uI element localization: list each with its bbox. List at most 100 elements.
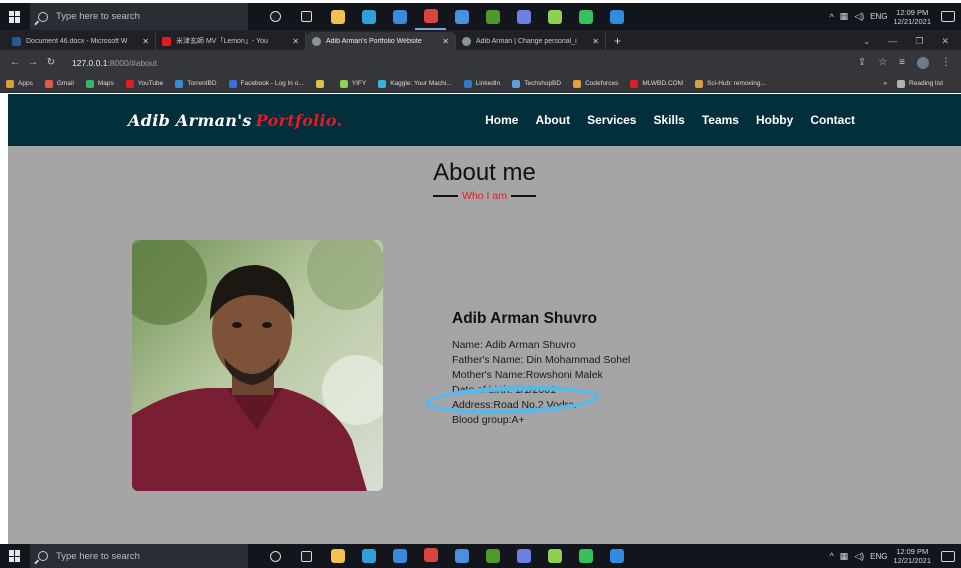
taskbar-app[interactable] bbox=[601, 3, 632, 30]
nav-hobby[interactable]: Hobby bbox=[756, 113, 793, 127]
bookmark-favicon-icon bbox=[315, 79, 324, 88]
todo-icon bbox=[454, 549, 469, 563]
chevron-up-icon[interactable]: ^ bbox=[829, 12, 833, 22]
bookmark-item[interactable]: Codeforces bbox=[573, 79, 618, 88]
taskbar-app[interactable] bbox=[539, 3, 570, 30]
taskbar-app[interactable] bbox=[446, 543, 477, 568]
close-icon[interactable]: ✕ bbox=[592, 37, 599, 46]
reload-icon[interactable]: ↻ bbox=[42, 57, 60, 68]
bookmark-item[interactable] bbox=[315, 79, 328, 88]
site-menu: Home About Services Skills Teams Hobby C… bbox=[485, 113, 855, 127]
close-window-icon[interactable]: ✕ bbox=[941, 36, 949, 47]
language-indicator[interactable]: ENG bbox=[870, 12, 887, 21]
taskbar-app[interactable] bbox=[446, 3, 477, 30]
kebab-menu-icon[interactable]: ⋮ bbox=[941, 57, 951, 68]
bookmark-favicon-icon bbox=[44, 79, 53, 88]
taskbar-app[interactable] bbox=[601, 543, 632, 568]
taskbar-app[interactable] bbox=[415, 3, 446, 30]
taskbar-app[interactable] bbox=[384, 3, 415, 30]
site-logo[interactable]: Adib Arman's Portfolio. bbox=[128, 111, 342, 130]
bookmark-item[interactable]: Facebook - Log In o... bbox=[228, 79, 304, 88]
url-input[interactable]: 127.0.0.1 :8000/#about bbox=[66, 53, 852, 275]
chevron-up-icon[interactable]: ^ bbox=[829, 551, 833, 561]
reading-list-icon[interactable]: ≡ bbox=[899, 57, 905, 68]
taskbar-app[interactable] bbox=[570, 543, 601, 568]
address-bar-row: ← → ↻ 127.0.0.1 :8000/#about ⇪ ☆ ≡ ⋮ bbox=[0, 50, 961, 275]
bookmark-item[interactable]: Gmail bbox=[44, 79, 74, 88]
maximize-icon[interactable]: ❐ bbox=[915, 36, 923, 47]
bookmark-label: TorrentBD bbox=[187, 80, 217, 87]
taskbar-app[interactable] bbox=[477, 543, 508, 568]
bookmark-item[interactable]: Kaggle: Your Machi... bbox=[378, 79, 452, 88]
nav-teams[interactable]: Teams bbox=[702, 113, 739, 127]
taskbar-search-placeholder: Type here to search bbox=[56, 11, 140, 22]
taskbar-app[interactable] bbox=[384, 543, 415, 568]
tab-portfolio[interactable]: Adib Arman's Portfolio Website ✕ bbox=[306, 32, 456, 50]
clock[interactable]: 12:09 PM 12/21/2021 bbox=[893, 8, 931, 26]
close-icon[interactable]: ✕ bbox=[442, 37, 449, 46]
close-icon[interactable]: ✕ bbox=[142, 37, 149, 46]
minimize-icon[interactable]: — bbox=[888, 36, 897, 46]
taskbar-app[interactable] bbox=[415, 543, 446, 568]
taskbar-app[interactable] bbox=[291, 543, 322, 568]
tab-search-icon[interactable]: ⌄ bbox=[863, 36, 871, 47]
bookmark-item[interactable]: YIFY bbox=[339, 79, 366, 88]
nav-skills[interactable]: Skills bbox=[653, 113, 684, 127]
nav-about[interactable]: About bbox=[535, 113, 570, 127]
taskbar-app[interactable] bbox=[260, 3, 291, 30]
taskbar-search[interactable]: Type here to search bbox=[30, 544, 248, 568]
taskbar-app[interactable] bbox=[322, 543, 353, 568]
share-icon[interactable]: ⇪ bbox=[858, 57, 866, 68]
notification-icon[interactable] bbox=[941, 11, 955, 22]
globe-icon bbox=[312, 36, 321, 46]
taskbar-app[interactable] bbox=[353, 543, 384, 568]
bookmark-item[interactable]: TorrentBD bbox=[175, 79, 217, 88]
subtitle-text: Who I am bbox=[462, 190, 507, 202]
taskbar-app[interactable] bbox=[477, 3, 508, 30]
reading-list-button[interactable]: Reading list bbox=[897, 79, 943, 88]
notification-icon[interactable] bbox=[941, 550, 955, 562]
network-icon[interactable]: ▦ bbox=[840, 11, 849, 22]
nav-home[interactable]: Home bbox=[485, 113, 518, 127]
bookmark-item[interactable]: YouTube bbox=[125, 79, 164, 88]
taskbar-search[interactable]: Type here to search bbox=[30, 3, 248, 30]
bookmark-star-icon[interactable]: ☆ bbox=[878, 57, 887, 68]
language-indicator[interactable]: ENG bbox=[870, 552, 887, 561]
bookmark-label: YouTube bbox=[137, 80, 164, 87]
clock[interactable]: 12:09 PM 12/21/2021 bbox=[893, 547, 931, 565]
taskbar-app[interactable] bbox=[260, 543, 291, 568]
taskbar-app[interactable] bbox=[570, 3, 601, 30]
taskbar-app[interactable] bbox=[539, 543, 570, 568]
bookmark-label: Kaggle: Your Machi... bbox=[390, 80, 452, 87]
profile-avatar[interactable] bbox=[917, 56, 929, 69]
start-button[interactable] bbox=[0, 3, 30, 30]
nav-contact[interactable]: Contact bbox=[810, 113, 855, 127]
more-bookmarks-icon[interactable]: » bbox=[883, 80, 887, 87]
bookmark-item[interactable]: Maps bbox=[85, 79, 114, 88]
start-button[interactable] bbox=[0, 544, 30, 568]
taskbar-app[interactable] bbox=[322, 3, 353, 30]
taskbar-app[interactable] bbox=[508, 3, 539, 30]
detail-mother: Mother's Name:Rowshoni Malek bbox=[452, 369, 603, 381]
globe-icon bbox=[462, 36, 471, 46]
forward-icon[interactable]: → bbox=[24, 57, 42, 68]
bookmark-item[interactable]: Apps bbox=[6, 79, 33, 88]
close-icon[interactable]: ✕ bbox=[292, 37, 299, 46]
taskbar-app[interactable] bbox=[508, 543, 539, 568]
bookmark-label: TechshopBD bbox=[524, 80, 562, 87]
taskbar-app[interactable] bbox=[353, 3, 384, 30]
tab-change-personal[interactable]: Adib Arman | Change personal_i ✕ bbox=[456, 32, 606, 50]
bookmark-item[interactable]: Sci-Hub: removing... bbox=[695, 79, 766, 88]
new-tab-icon[interactable]: + bbox=[614, 32, 621, 50]
nav-services[interactable]: Services bbox=[587, 113, 636, 127]
taskbar-app[interactable] bbox=[291, 3, 322, 30]
volume-icon[interactable]: ◁) bbox=[854, 551, 864, 562]
volume-icon[interactable]: ◁) bbox=[854, 11, 864, 22]
network-icon[interactable]: ▦ bbox=[840, 551, 849, 562]
tab-youtube[interactable]: 米津玄師 MV「Lemon」- You ✕ bbox=[156, 32, 306, 50]
bookmark-item[interactable]: LinkedIn bbox=[463, 79, 500, 88]
tab-word-document[interactable]: Document 46.docx - Microsoft W ✕ bbox=[6, 32, 156, 50]
bookmark-item[interactable]: TechshopBD bbox=[512, 79, 562, 88]
bookmark-item[interactable]: MLWBD.COM bbox=[630, 79, 683, 88]
back-icon[interactable]: ← bbox=[6, 57, 24, 68]
